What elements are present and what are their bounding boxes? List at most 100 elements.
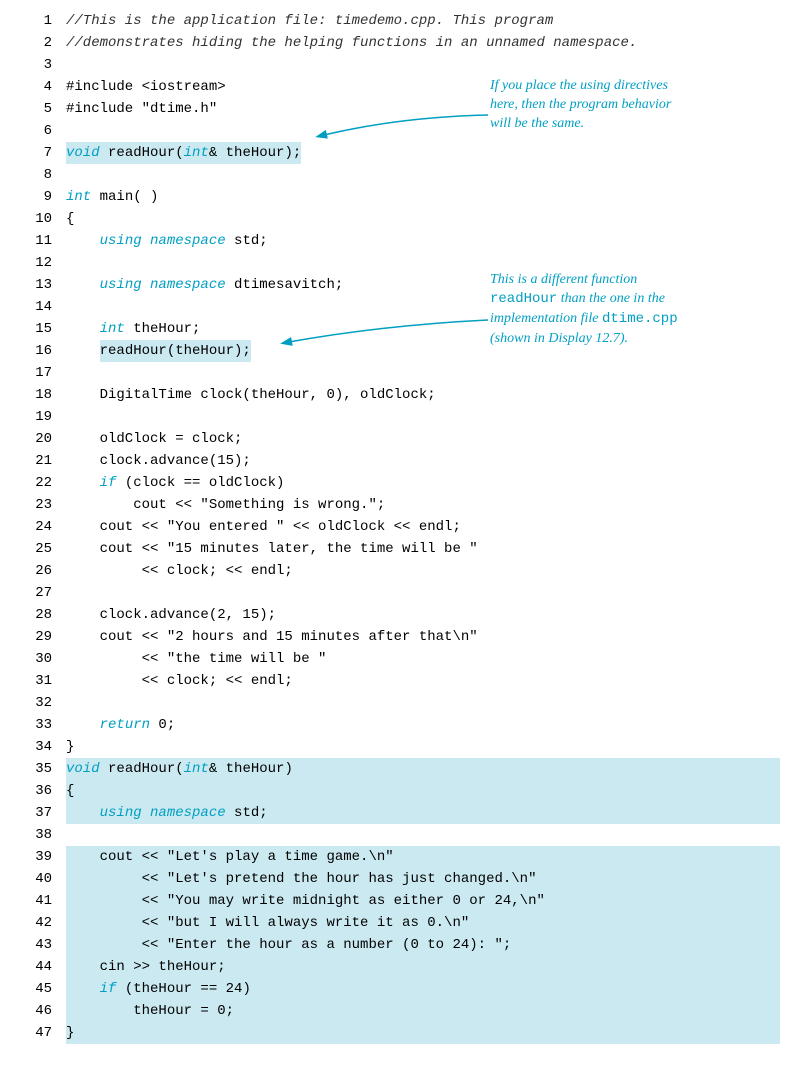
code-line: 38 — [20, 824, 780, 846]
code-line: 35void readHour(int& theHour) — [20, 758, 780, 780]
code-text: { — [66, 780, 780, 802]
code-line: 41 << "You may write midnight as either … — [20, 890, 780, 912]
code-line: 9int main( ) — [20, 186, 780, 208]
code-line: 3 — [20, 54, 780, 76]
code-text: return 0; — [66, 714, 780, 736]
code-text: } — [66, 736, 780, 758]
line-number: 42 — [20, 912, 66, 934]
annotation-text: This is a different function — [490, 270, 770, 289]
annotation-text: implementation file dtime.cpp — [490, 309, 770, 329]
code-text: cout << "You entered " << oldClock << en… — [66, 516, 780, 538]
code-line: 22 if (clock == oldClock) — [20, 472, 780, 494]
line-number: 40 — [20, 868, 66, 890]
code-line: 20 oldClock = clock; — [20, 428, 780, 450]
code-text: oldClock = clock; — [66, 428, 780, 450]
code-text: void readHour(int& theHour); — [66, 142, 780, 164]
code-inline: readHour — [490, 291, 557, 307]
line-number: 2 — [20, 32, 66, 54]
line-number: 6 — [20, 120, 66, 142]
line-number: 41 — [20, 890, 66, 912]
line-number: 33 — [20, 714, 66, 736]
code-listing-page: 1//This is the application file: timedem… — [0, 0, 800, 1064]
code-line: 21 clock.advance(15); — [20, 450, 780, 472]
line-number: 43 — [20, 934, 66, 956]
line-number: 21 — [20, 450, 66, 472]
code-line: 33 return 0; — [20, 714, 780, 736]
annotation-text: (shown in Display 12.7). — [490, 329, 770, 348]
line-number: 19 — [20, 406, 66, 428]
line-number: 18 — [20, 384, 66, 406]
line-number: 24 — [20, 516, 66, 538]
code-text: << "Enter the hour as a number (0 to 24)… — [66, 934, 780, 956]
code-text: << clock; << endl; — [66, 560, 780, 582]
code-line: 36{ — [20, 780, 780, 802]
line-number: 39 — [20, 846, 66, 868]
code-text: } — [66, 1022, 780, 1044]
code-line: 29 cout << "2 hours and 15 minutes after… — [20, 626, 780, 648]
line-number: 16 — [20, 340, 66, 362]
code-line: 7void readHour(int& theHour); — [20, 142, 780, 164]
line-number: 22 — [20, 472, 66, 494]
code-line: 1//This is the application file: timedem… — [20, 10, 780, 32]
line-number: 28 — [20, 604, 66, 626]
code-line: 17 — [20, 362, 780, 384]
line-number: 17 — [20, 362, 66, 384]
code-text: cout << "2 hours and 15 minutes after th… — [66, 626, 780, 648]
line-number: 26 — [20, 560, 66, 582]
line-number: 15 — [20, 318, 66, 340]
line-number: 32 — [20, 692, 66, 714]
line-number: 4 — [20, 76, 66, 98]
code-container: 1//This is the application file: timedem… — [20, 10, 780, 1044]
line-number: 11 — [20, 230, 66, 252]
code-line: 26 << clock; << endl; — [20, 560, 780, 582]
annotation-text: here, then the program behavior — [490, 95, 770, 114]
code-line: 34} — [20, 736, 780, 758]
code-text: if (theHour == 24) — [66, 978, 780, 1000]
code-text: if (clock == oldClock) — [66, 472, 780, 494]
code-line: 10{ — [20, 208, 780, 230]
code-line: 37 using namespace std; — [20, 802, 780, 824]
line-number: 37 — [20, 802, 66, 824]
code-line: 8 — [20, 164, 780, 186]
code-text: using namespace std; — [66, 230, 780, 252]
line-number: 3 — [20, 54, 66, 76]
code-line: 43 << "Enter the hour as a number (0 to … — [20, 934, 780, 956]
code-line: 19 — [20, 406, 780, 428]
code-line: 45 if (theHour == 24) — [20, 978, 780, 1000]
code-text: theHour = 0; — [66, 1000, 780, 1022]
code-text: clock.advance(15); — [66, 450, 780, 472]
line-number: 25 — [20, 538, 66, 560]
line-number: 20 — [20, 428, 66, 450]
line-number: 44 — [20, 956, 66, 978]
code-line: 18 DigitalTime clock(theHour, 0), oldClo… — [20, 384, 780, 406]
code-line: 28 clock.advance(2, 15); — [20, 604, 780, 626]
code-line: 24 cout << "You entered " << oldClock <<… — [20, 516, 780, 538]
code-text: void readHour(int& theHour) — [66, 758, 780, 780]
code-line: 47} — [20, 1022, 780, 1044]
code-line: 2//demonstrates hiding the helping funct… — [20, 32, 780, 54]
line-number: 35 — [20, 758, 66, 780]
line-number: 30 — [20, 648, 66, 670]
line-number: 9 — [20, 186, 66, 208]
code-text: { — [66, 208, 780, 230]
code-text: cin >> theHour; — [66, 956, 780, 978]
code-text: << "the time will be " — [66, 648, 780, 670]
code-text: << clock; << endl; — [66, 670, 780, 692]
code-text: << "You may write midnight as either 0 o… — [66, 890, 780, 912]
code-line: 31 << clock; << endl; — [20, 670, 780, 692]
line-number: 46 — [20, 1000, 66, 1022]
code-text: cout << "15 minutes later, the time will… — [66, 538, 780, 560]
line-number: 1 — [20, 10, 66, 32]
code-text: int main( ) — [66, 186, 780, 208]
code-line: 39 cout << "Let's play a time game.\n" — [20, 846, 780, 868]
line-number: 13 — [20, 274, 66, 296]
line-number: 47 — [20, 1022, 66, 1044]
line-number: 5 — [20, 98, 66, 120]
line-number: 34 — [20, 736, 66, 758]
line-number: 29 — [20, 626, 66, 648]
code-line: 11 using namespace std; — [20, 230, 780, 252]
code-text: using namespace std; — [66, 802, 780, 824]
code-text: << "but I will always write it as 0.\n" — [66, 912, 780, 934]
line-number: 14 — [20, 296, 66, 318]
code-text: //demonstrates hiding the helping functi… — [66, 32, 780, 54]
